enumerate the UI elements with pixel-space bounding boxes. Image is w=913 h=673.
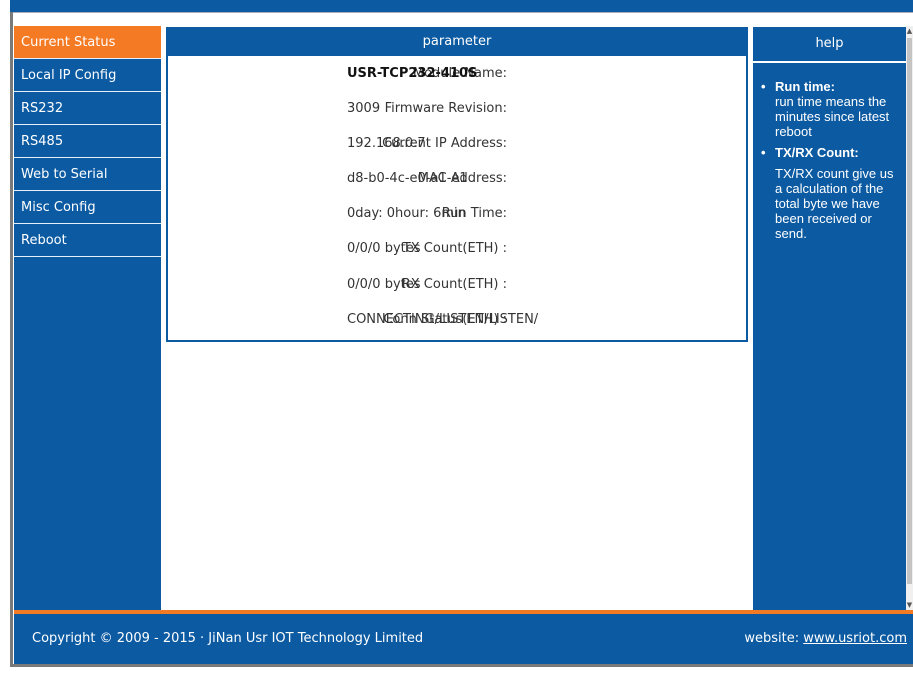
help-item-txrx-count: • TX/RX Count: TX/RX count give us a cal…: [759, 145, 898, 241]
frame-border-left: [10, 12, 13, 667]
scroll-down-arrow-icon[interactable]: ▼: [906, 600, 913, 610]
bullet-icon: •: [761, 79, 766, 94]
bullet-icon: •: [761, 145, 766, 160]
param-value: 0/0/0 bytes: [347, 241, 421, 256]
param-value: 0day: 0hour: 6min: [347, 206, 466, 221]
help-item-text: TX/RX count give us a calculation of the…: [775, 166, 894, 241]
param-value: d8-b0-4c-e0-a1-e1: [347, 171, 468, 186]
sidebar-item-label: Local IP Config: [21, 68, 117, 83]
param-value: 0/0/0 bytes: [347, 277, 421, 292]
copyright-text: Copyright © 2009 - 2015 · JiNan Usr IOT …: [32, 631, 424, 646]
sidebar-item-misc-config[interactable]: Misc Config: [14, 191, 161, 224]
sidebar-item-label: Current Status: [21, 35, 116, 50]
help-item-run-time: • Run time: run time means the minutes s…: [759, 79, 898, 139]
param-row-conn-status: Conn Status(ETH) : CONNECTING/LISTEN/LIS…: [168, 310, 748, 330]
param-row-tx-count: TX Count(ETH) : 0/0/0 bytes: [168, 239, 748, 259]
vertical-scrollbar[interactable]: ▲ ▼: [906, 26, 913, 610]
param-row-run-time: Run Time: 0day: 0hour: 6min: [168, 204, 748, 224]
frame-border-bottom: [10, 664, 913, 667]
sidebar-item-local-ip-config[interactable]: Local IP Config: [14, 59, 161, 92]
sidebar-item-label: Misc Config: [21, 200, 96, 215]
parameter-header: parameter: [166, 27, 748, 56]
help-item-title: Run time:: [775, 79, 835, 94]
param-row-current-ip: Current IP Address: 192.168.0.7: [168, 134, 748, 154]
param-label: Firmware Revision:: [384, 101, 507, 116]
footer: Copyright © 2009 - 2015 · JiNan Usr IOT …: [14, 614, 913, 664]
website-label: website:: [744, 631, 800, 646]
help-panel: • Run time: run time means the minutes s…: [753, 63, 906, 610]
sidebar-item-rs485[interactable]: RS485: [14, 125, 161, 158]
sidebar-item-label: RS485: [21, 134, 64, 149]
sidebar-item-label: RS232: [21, 101, 64, 116]
param-row-mac-address: MAC Address: d8-b0-4c-e0-a1-e1: [168, 169, 748, 189]
frame-border-top: [10, 12, 913, 13]
param-value: CONNECTING/LISTEN/LISTEN/: [347, 312, 539, 327]
sidebar-item-rs232[interactable]: RS232: [14, 92, 161, 125]
sidebar-item-label: Reboot: [21, 233, 67, 248]
param-row-module-name: Module Name: USR-TCP232-410S: [168, 64, 748, 84]
scroll-thumb[interactable]: [907, 38, 912, 584]
top-banner-strip: [10, 0, 913, 12]
param-row-firmware-revision: Firmware Revision: 3009: [168, 99, 748, 119]
parameter-panel: Module Name: USR-TCP232-410S Firmware Re…: [166, 56, 748, 342]
sidebar-nav: Current Status Local IP Config RS232 RS4…: [14, 26, 161, 610]
sidebar-item-label: Web to Serial: [21, 167, 108, 182]
sidebar-item-reboot[interactable]: Reboot: [14, 224, 161, 257]
scroll-up-arrow-icon[interactable]: ▲: [906, 26, 913, 36]
param-value: 3009: [347, 101, 381, 116]
sidebar-item-web-to-serial[interactable]: Web to Serial: [14, 158, 161, 191]
website-link[interactable]: www.usriot.com: [803, 631, 907, 646]
help-item-title: TX/RX Count:: [775, 145, 859, 160]
help-item-text: run time means the minutes since latest …: [775, 94, 890, 139]
param-value: 192.168.0.7: [347, 136, 426, 151]
param-value: USR-TCP232-410S: [347, 66, 478, 81]
help-header: help: [753, 27, 906, 61]
sidebar-item-current-status[interactable]: Current Status: [14, 26, 161, 59]
param-row-rx-count: RX Count(ETH) : 0/0/0 bytes: [168, 275, 748, 295]
website-info: website: www.usriot.com: [744, 614, 907, 664]
